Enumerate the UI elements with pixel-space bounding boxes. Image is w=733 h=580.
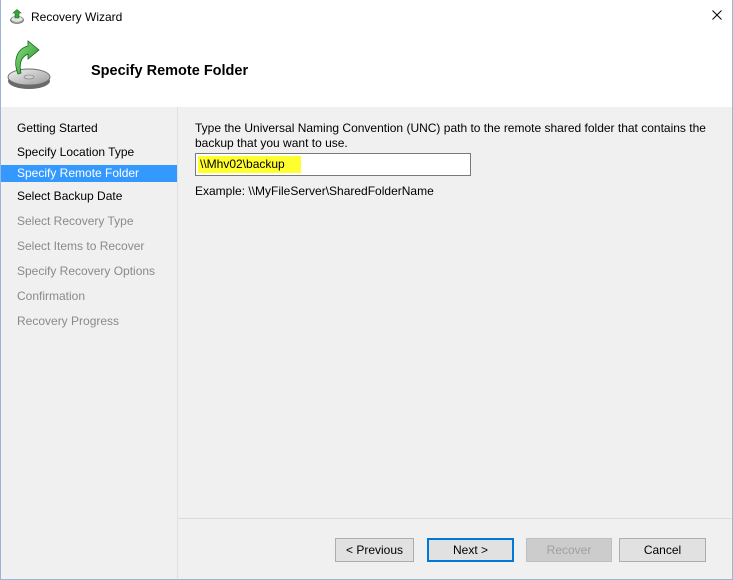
nav-item-select-items-to-recover: Select Items to Recover: [17, 239, 145, 253]
window-title: Recovery Wizard: [31, 10, 123, 24]
page-title: Specify Remote Folder: [91, 63, 249, 79]
nav-item-specify-location-type[interactable]: Specify Location Type: [1, 144, 177, 161]
path-input-value: \\Mhv02\backup: [198, 156, 301, 173]
nav-item-recovery-progress: Recovery Progress: [17, 314, 120, 328]
close-button[interactable]: [702, 0, 732, 32]
wizard-header: Specify Remote Folder: [1, 32, 732, 107]
nav-item-select-recovery-type: Select Recovery Type: [17, 214, 134, 228]
nav-item-confirmation: Confirmation: [17, 289, 86, 303]
main-content: Type the Universal Naming Convention (UN…: [177, 107, 732, 579]
recovery-wizard-app-icon: [9, 9, 25, 25]
footer-divider: [178, 518, 732, 519]
recover-button: Recover: [526, 538, 612, 562]
nav-item-getting-started[interactable]: Getting Started: [1, 120, 177, 137]
cancel-button[interactable]: Cancel: [619, 538, 706, 562]
next-button[interactable]: Next >: [427, 538, 514, 562]
backup-disk-green-arrow-icon: [7, 40, 53, 90]
recovery-wizard-window: Recovery Wizard Specify Remote Folder Ge…: [0, 0, 733, 580]
example-text: Example: \\MyFileServer\SharedFolderName: [195, 184, 434, 198]
nav-item-select-backup-date[interactable]: Select Backup Date: [1, 188, 177, 205]
title-bar: Recovery Wizard: [1, 0, 732, 32]
close-icon: [712, 7, 722, 25]
nav-item-specify-recovery-options: Specify Recovery Options: [17, 264, 156, 278]
nav-item-specify-remote-folder[interactable]: Specify Remote Folder: [1, 165, 177, 182]
instructions-text: Type the Universal Naming Convention (UN…: [195, 121, 706, 150]
wizard-steps-nav: Getting Started Specify Location Type Sp…: [1, 107, 177, 579]
remote-folder-path-input[interactable]: \\Mhv02\backup: [195, 153, 471, 176]
previous-button[interactable]: < Previous: [335, 538, 414, 562]
